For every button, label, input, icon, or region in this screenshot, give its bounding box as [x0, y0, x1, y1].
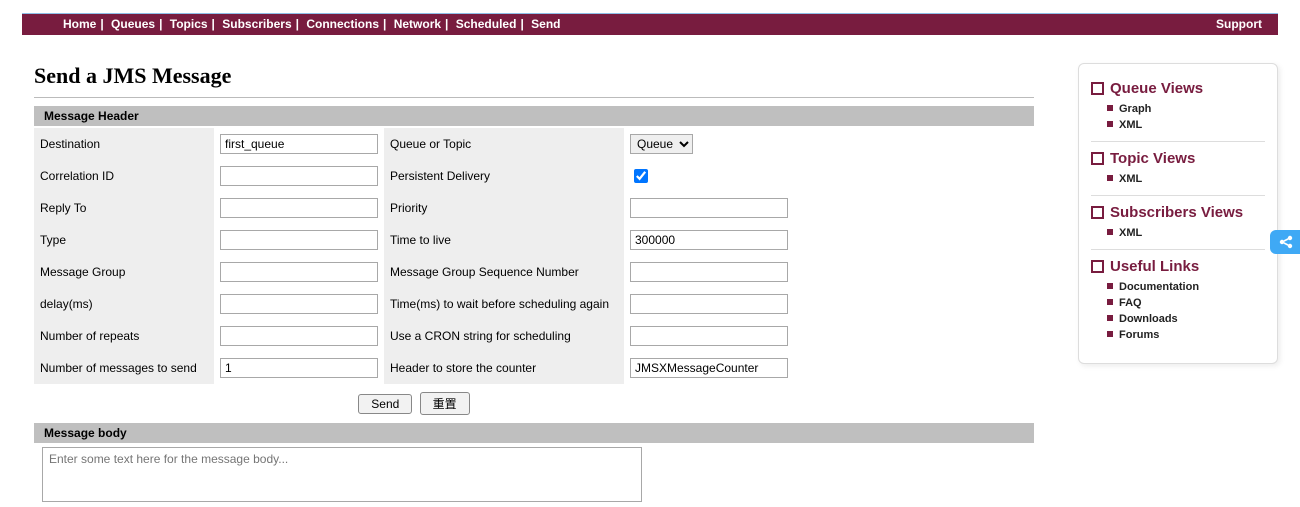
input-destination[interactable]	[220, 134, 378, 154]
section-message-body: Message body	[34, 423, 1034, 443]
button-row: Send 重置	[34, 392, 794, 415]
input-priority[interactable]	[630, 198, 788, 218]
label-ttl: Time to live	[384, 224, 624, 256]
nav-network[interactable]: Network	[394, 17, 441, 31]
input-msg-count[interactable]	[220, 358, 378, 378]
input-msg-group-seq[interactable]	[630, 262, 788, 282]
input-repeats[interactable]	[220, 326, 378, 346]
sidebar-link-forums[interactable]: Forums	[1119, 329, 1159, 341]
checkbox-persistent[interactable]	[634, 169, 648, 183]
label-cron: Use a CRON string for scheduling	[384, 320, 624, 352]
label-msg-group-seq: Message Group Sequence Number	[384, 256, 624, 288]
label-type: Type	[34, 224, 214, 256]
label-repeats: Number of repeats	[34, 320, 214, 352]
select-queue-or-topic[interactable]: Queue	[630, 134, 693, 154]
nav-send[interactable]: Send	[531, 17, 560, 31]
sidebar-link-downloads[interactable]: Downloads	[1119, 313, 1178, 325]
nav-subscribers[interactable]: Subscribers	[222, 17, 291, 31]
label-queue-or-topic: Queue or Topic	[384, 128, 624, 160]
sidebar-link-subs-xml[interactable]: XML	[1119, 227, 1142, 239]
sidebar-link-faq[interactable]: FAQ	[1119, 297, 1142, 309]
label-counter-header: Header to store the counter	[384, 352, 624, 384]
input-cron[interactable]	[630, 326, 788, 346]
header-form-table: Destination Queue or Topic Queue Correla…	[34, 128, 794, 384]
label-delay: delay(ms)	[34, 288, 214, 320]
textarea-message-body[interactable]	[42, 447, 642, 502]
input-period[interactable]	[630, 294, 788, 314]
input-type[interactable]	[220, 230, 378, 250]
label-priority: Priority	[384, 192, 624, 224]
nav-links: Home| Queues| Topics| Subscribers| Conne…	[63, 17, 560, 31]
sidebar-heading-queue-views: Queue Views	[1091, 80, 1265, 97]
nav-topics[interactable]: Topics	[170, 17, 208, 31]
sidebar-heading-topic-views: Topic Views	[1091, 150, 1265, 167]
send-button[interactable]: Send	[358, 394, 412, 414]
top-navbar: Home| Queues| Topics| Subscribers| Conne…	[22, 13, 1278, 35]
label-reply-to: Reply To	[34, 192, 214, 224]
share-icon	[1278, 234, 1294, 250]
nav-queues[interactable]: Queues	[111, 17, 155, 31]
nav-support[interactable]: Support	[1216, 17, 1262, 31]
sidebar-heading-subscribers-views: Subscribers Views	[1091, 204, 1265, 221]
share-tab[interactable]	[1270, 230, 1300, 254]
label-msg-count: Number of messages to send	[34, 352, 214, 384]
reset-button[interactable]: 重置	[420, 392, 470, 415]
input-correlation-id[interactable]	[220, 166, 378, 186]
main-content: Send a JMS Message Message Header Destin…	[22, 35, 1050, 505]
input-msg-group[interactable]	[220, 262, 378, 282]
label-destination: Destination	[34, 128, 214, 160]
sidebar-link-documentation[interactable]: Documentation	[1119, 281, 1199, 293]
nav-scheduled[interactable]: Scheduled	[456, 17, 517, 31]
section-message-header: Message Header	[34, 106, 1034, 126]
sidebar-heading-useful-links: Useful Links	[1091, 258, 1265, 275]
label-period: Time(ms) to wait before scheduling again	[384, 288, 624, 320]
nav-home[interactable]: Home	[63, 17, 96, 31]
input-reply-to[interactable]	[220, 198, 378, 218]
page-title: Send a JMS Message	[34, 63, 1034, 89]
input-ttl[interactable]	[630, 230, 788, 250]
label-persistent: Persistent Delivery	[384, 160, 624, 192]
sidebar-link-topic-xml[interactable]: XML	[1119, 173, 1142, 185]
sidebar: Queue Views Graph XML Topic Views XML Su…	[1078, 63, 1278, 364]
label-correlation-id: Correlation ID	[34, 160, 214, 192]
sidebar-link-queue-xml[interactable]: XML	[1119, 119, 1142, 131]
sidebar-link-graph[interactable]: Graph	[1119, 103, 1151, 115]
label-msg-group: Message Group	[34, 256, 214, 288]
input-delay[interactable]	[220, 294, 378, 314]
input-counter-header[interactable]	[630, 358, 788, 378]
divider	[34, 97, 1034, 98]
nav-connections[interactable]: Connections	[306, 17, 379, 31]
